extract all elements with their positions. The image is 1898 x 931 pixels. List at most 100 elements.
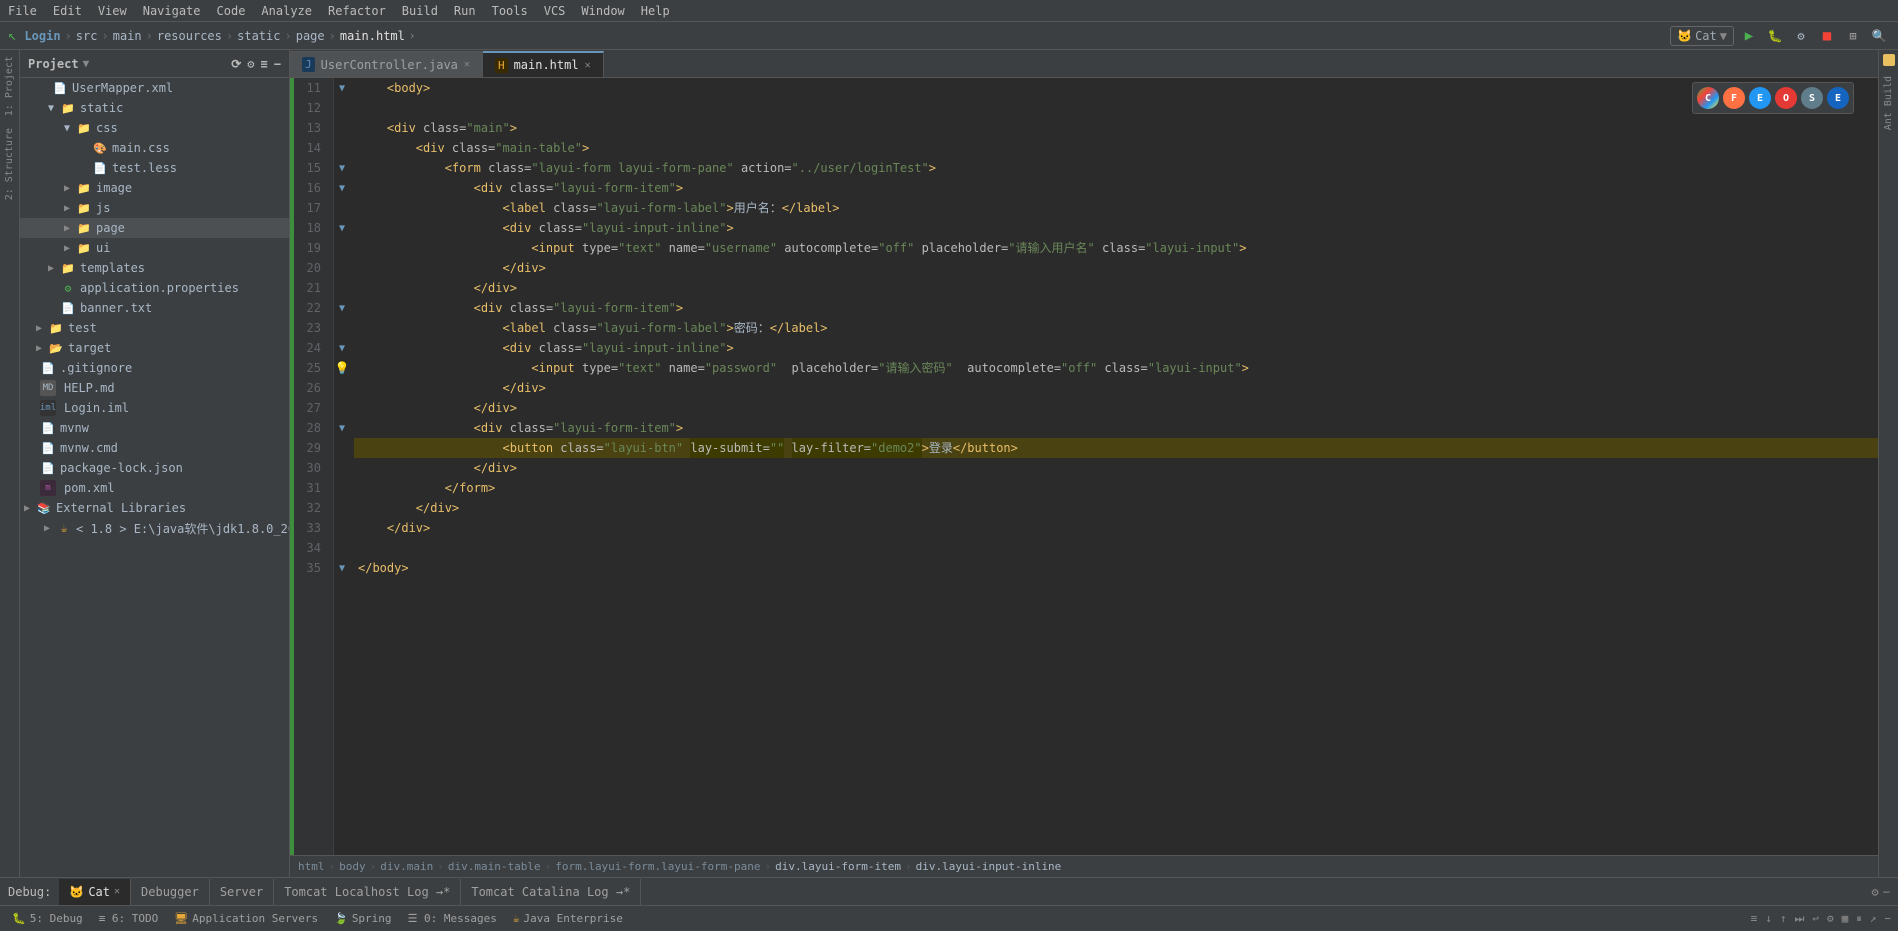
tree-jdk[interactable]: ▶ ☕ < 1.8 > E:\java软件\jdk1.8.0_201 (20, 518, 289, 538)
menu-edit[interactable]: Edit (53, 4, 82, 18)
debug-tab-cat[interactable]: 🐱 Cat ✕ (59, 879, 131, 905)
tree-pkgjson[interactable]: 📄 package-lock.json (20, 458, 289, 478)
tree-bannertxt[interactable]: 📄 banner.txt (20, 298, 289, 318)
messages-status-btn[interactable]: ☰ 0: Messages (400, 908, 505, 930)
tree-extlibs[interactable]: ▶ 📚 External Libraries (20, 498, 289, 518)
bottom-icon-2[interactable]: ↓ (1762, 912, 1775, 925)
bc-body[interactable]: body (339, 860, 366, 873)
bottom-icon-3[interactable]: ↑ (1777, 912, 1790, 925)
vtab-project[interactable]: 1: Project (2, 50, 17, 122)
bc-divinputinline[interactable]: div.layui-input-inline (916, 860, 1062, 873)
tab-close-usercontroller[interactable]: ✕ (464, 59, 470, 70)
tree-usermapper[interactable]: 📄 UserMapper.xml (20, 78, 289, 98)
breadcrumb-resources[interactable]: resources (157, 29, 222, 43)
tree-mvnwcmd[interactable]: 📄 mvnw.cmd (20, 438, 289, 458)
debug-tab-tomcatlocalhost[interactable]: Tomcat Localhost Log →* (274, 879, 461, 905)
tree-page[interactable]: ▶ 📁 page (20, 218, 289, 238)
tree-target[interactable]: ▶ 📂 target (20, 338, 289, 358)
search-everywhere[interactable]: 🔍 (1868, 25, 1890, 47)
debug-status-btn[interactable]: 🐛 5: Debug (4, 908, 91, 930)
bottom-icon-9[interactable]: ↗ (1867, 912, 1880, 925)
layout-icon[interactable]: ≡ (261, 57, 268, 71)
menu-vcs[interactable]: VCS (544, 4, 566, 18)
menu-code[interactable]: Code (217, 4, 246, 18)
appservers-status-btn[interactable]: 🖥 Application Servers (166, 908, 326, 930)
layout-button[interactable]: ⊞ (1842, 25, 1864, 47)
cat-dropdown[interactable]: 🐱 Cat ▼ (1670, 26, 1734, 46)
tab-close-mainhtml[interactable]: ✕ (585, 60, 591, 71)
chrome-icon[interactable]: C (1697, 87, 1719, 109)
bottom-icon-8[interactable]: ⏸ (1853, 912, 1865, 926)
debug-tab-server[interactable]: Server (210, 879, 274, 905)
coverage-button[interactable]: ⚙ (1790, 25, 1812, 47)
javaenterprise-status-btn[interactable]: ☕ Java Enterprise (505, 908, 631, 930)
bc-html[interactable]: html (298, 860, 325, 873)
tree-pomxml[interactable]: m pom.xml (20, 478, 289, 498)
bottom-icon-7[interactable]: ▦ (1839, 912, 1852, 925)
menu-refactor[interactable]: Refactor (328, 4, 386, 18)
safari-icon[interactable]: S (1801, 87, 1823, 109)
tree-test[interactable]: ▶ 📁 test (20, 318, 289, 338)
tree-css[interactable]: ▼ 📁 css (20, 118, 289, 138)
tree-ui[interactable]: ▶ 📁 ui (20, 238, 289, 258)
tree-js[interactable]: ▶ 📁 js (20, 198, 289, 218)
code-lines[interactable]: <body> <div class="main"> <div class="ma… (350, 78, 1878, 855)
bc-divmaintable[interactable]: div.main-table (448, 860, 541, 873)
debug-tab-debugger[interactable]: Debugger (131, 879, 210, 905)
menu-navigate[interactable]: Navigate (143, 4, 201, 18)
breadcrumb-static[interactable]: static (237, 29, 280, 43)
menu-analyze[interactable]: Analyze (261, 4, 312, 18)
close-debug-tab[interactable]: ✕ (114, 886, 120, 897)
menu-help[interactable]: Help (641, 4, 670, 18)
run-button[interactable]: ▶ (1738, 25, 1760, 47)
tree-templates[interactable]: ▶ 📁 templates (20, 258, 289, 278)
tree-appprops[interactable]: ⚙ application.properties (20, 278, 289, 298)
breadcrumb-file[interactable]: main.html (340, 29, 405, 43)
bottom-icon-10[interactable]: − (1881, 912, 1894, 925)
menu-view[interactable]: View (98, 4, 127, 18)
edge-icon[interactable]: E (1749, 87, 1771, 109)
settings-icon[interactable]: ⚙ (1872, 885, 1879, 899)
ie-icon[interactable]: E (1827, 87, 1849, 109)
menu-window[interactable]: Window (581, 4, 624, 18)
breadcrumb-src[interactable]: src (76, 29, 98, 43)
tab-usercontroller[interactable]: J UserController.java ✕ (290, 51, 483, 77)
todo-status-btn[interactable]: ≡ 6: TODO (91, 908, 167, 930)
debug-tab-tomcatcatalina[interactable]: Tomcat Catalina Log →* (461, 879, 641, 905)
debug-button[interactable]: 🐛 (1764, 25, 1786, 47)
bottom-icon-5[interactable]: ↩ (1809, 912, 1822, 925)
tree-mvnw[interactable]: 📄 mvnw (20, 418, 289, 438)
breadcrumb-page[interactable]: page (296, 29, 325, 43)
minus-icon[interactable]: − (1883, 885, 1890, 899)
bc-divmain[interactable]: div.main (380, 860, 433, 873)
minimize-icon[interactable]: − (274, 57, 281, 71)
bc-divformitem[interactable]: div.layui-form-item (775, 860, 901, 873)
tree-static[interactable]: ▼ 📁 static (20, 98, 289, 118)
menu-build[interactable]: Build (402, 4, 438, 18)
tree-maincss[interactable]: 🎨 main.css (20, 138, 289, 158)
tree-testless[interactable]: 📄 test.less (20, 158, 289, 178)
bottom-icon-1[interactable]: ≡ (1748, 912, 1761, 925)
breadcrumb-login[interactable]: Login (24, 29, 60, 43)
vtab-antbuild[interactable]: Ant Build (1881, 70, 1896, 136)
menu-run[interactable]: Run (454, 4, 476, 18)
tree-gitignore[interactable]: 📄 .gitignore (20, 358, 289, 378)
folder-icon: 📁 (48, 320, 64, 336)
tree-loginiml[interactable]: iml Login.iml (20, 398, 289, 418)
opera-icon[interactable]: O (1775, 87, 1797, 109)
spring-status-btn[interactable]: 🍃 Spring (326, 908, 399, 930)
tree-helpmd[interactable]: MD HELP.md (20, 378, 289, 398)
breadcrumb-main[interactable]: main (113, 29, 142, 43)
stop-button[interactable]: ■ (1816, 25, 1838, 47)
bottom-icon-6[interactable]: ⚙ (1824, 912, 1837, 925)
bottom-icon-4[interactable]: ⏭ (1791, 912, 1807, 926)
vtab-structure[interactable]: 2: Structure (2, 122, 17, 206)
bc-form[interactable]: form.layui-form.layui-form-pane (555, 860, 760, 873)
gear-icon[interactable]: ⚙ (247, 57, 254, 71)
sync-icon[interactable]: ⟳ (231, 57, 241, 71)
tree-image[interactable]: ▶ 📁 image (20, 178, 289, 198)
firefox-icon[interactable]: F (1723, 87, 1745, 109)
menu-file[interactable]: File (8, 4, 37, 18)
tab-mainhtml[interactable]: H main.html ✕ (483, 51, 604, 77)
menu-tools[interactable]: Tools (492, 4, 528, 18)
